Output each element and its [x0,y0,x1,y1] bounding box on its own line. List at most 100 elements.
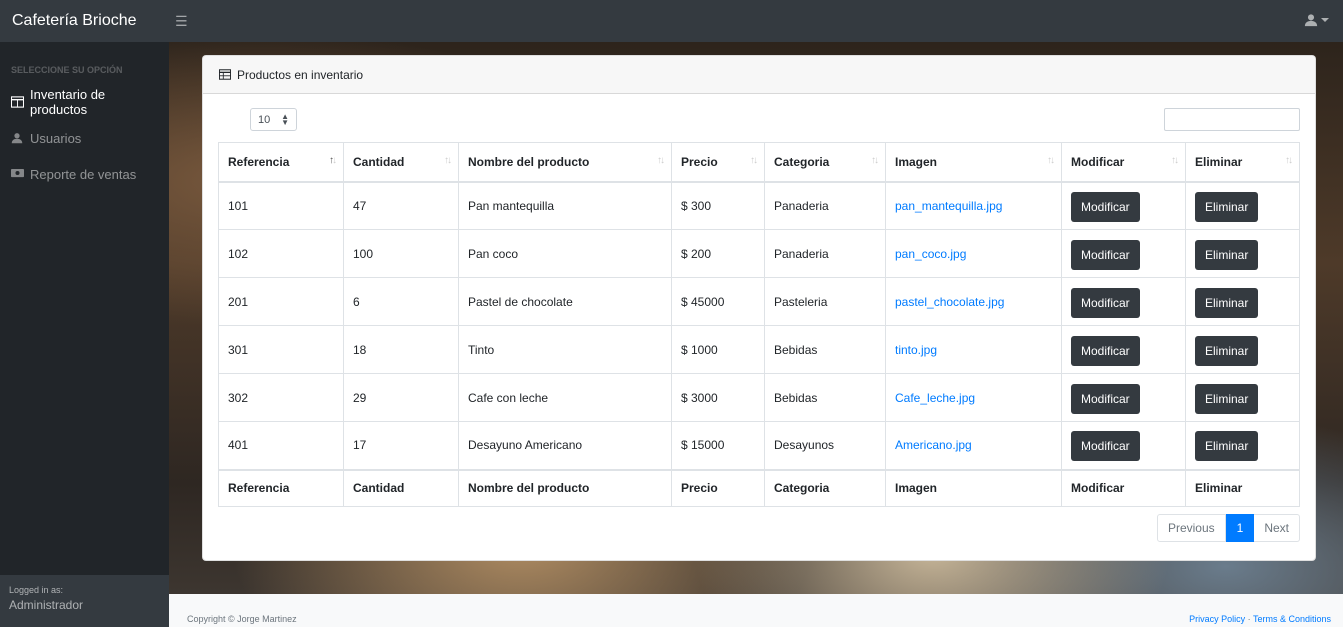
sort-icon: ↑↓ [1171,155,1179,166]
sidebar-item-reporte[interactable]: Reporte de ventas [0,156,169,192]
cell-modificar: Modificar [1061,181,1186,230]
cell-referencia: 102 [218,229,344,278]
sort-icon: ↑↓ [750,155,758,166]
cell-nombre: Tinto [458,325,672,374]
delete-button[interactable]: Eliminar [1195,239,1259,270]
cell-eliminar: Eliminar [1185,229,1300,278]
cell-eliminar: Eliminar [1185,373,1300,422]
page-length-select[interactable]: 10 ▲ ▼ [250,108,297,131]
modify-button[interactable]: Modificar [1071,239,1140,270]
cell-categoria: Pasteleria [764,277,886,326]
cell-nombre: Desayuno Americano [458,421,672,470]
page-footer: Copyright © Jorge Martinez Privacy Polic… [169,594,1343,627]
top-navbar: Cafetería Brioche ☰ [0,0,1343,42]
cell-nombre: Pastel de chocolate [458,277,672,326]
image-link[interactable]: Cafe_leche.jpg [895,391,975,405]
cell-imagen: pan_mantequilla.jpg [885,181,1062,230]
card-title: Productos en inventario [237,67,364,82]
table-row: 302 29 Cafe con leche $ 3000 Bebidas Caf… [218,373,1300,422]
page-length-value: 10 [258,113,271,126]
cell-imagen: tinto.jpg [885,325,1062,374]
cell-eliminar: Eliminar [1185,325,1300,374]
next-page-button[interactable]: Next [1254,514,1300,542]
column-header-categoria[interactable]: Categoria ↑↓ [764,142,886,183]
image-link[interactable]: pan_mantequilla.jpg [895,199,1002,213]
modify-button[interactable]: Modificar [1071,383,1140,414]
sort-icon: ↑↓ [1047,155,1055,166]
sidebar: SELECCIONE SU OPCIÓN Inventario de produ… [0,42,169,627]
cell-precio: $ 3000 [671,373,765,422]
cell-imagen: pastel_chocolate.jpg [885,277,1062,326]
modify-button[interactable]: Modificar [1071,191,1140,222]
cell-nombre: Pan coco [458,229,672,278]
cell-precio: $ 300 [671,181,765,230]
cell-eliminar: Eliminar [1185,421,1300,470]
table-row: 301 18 Tinto $ 1000 Bebidas tinto.jpg Mo… [218,325,1300,374]
modify-button[interactable]: Modificar [1071,287,1140,318]
column-header-cantidad[interactable]: Cantidad ↑↓ [343,142,459,183]
footer-header-referencia: Referencia [218,468,344,507]
money-icon [11,168,24,181]
footer-header-cantidad: Cantidad [343,468,459,507]
cell-categoria: Panaderia [764,181,886,230]
sidebar-item-usuarios[interactable]: Usuarios [0,120,169,156]
inventory-card: Productos en inventario 10 ▲ ▼ Referencia… [202,55,1316,561]
cell-modificar: Modificar [1061,373,1186,422]
column-header-referencia[interactable]: Referencia ↑↓ [218,142,344,183]
image-link[interactable]: pan_coco.jpg [895,247,966,261]
column-header-nombre[interactable]: Nombre del producto ↑↓ [458,142,672,183]
menu-toggle-icon[interactable]: ☰ [175,13,188,30]
cell-nombre: Pan mantequilla [458,181,672,230]
cell-nombre: Cafe con leche [458,373,672,422]
delete-button[interactable]: Eliminar [1195,335,1259,366]
modify-button[interactable]: Modificar [1071,335,1140,366]
column-header-eliminar[interactable]: Eliminar ↑↓ [1185,142,1300,183]
cell-referencia: 302 [218,373,344,422]
image-link[interactable]: Americano.jpg [895,438,972,452]
cell-cantidad: 17 [343,421,459,470]
cell-categoria: Desayunos [764,421,886,470]
cell-imagen: Americano.jpg [885,421,1062,470]
brand-title[interactable]: Cafetería Brioche [12,12,172,30]
copyright-text: Copyright © Jorge Martinez [187,614,297,624]
page-1-button[interactable]: 1 [1225,514,1255,542]
column-header-imagen[interactable]: Imagen ↑↓ [885,142,1062,183]
previous-page-button[interactable]: Previous [1156,514,1226,542]
user-icon [11,132,24,145]
image-link[interactable]: tinto.jpg [895,343,937,357]
sidebar-item-inventario[interactable]: Inventario de productos [0,84,169,120]
user-menu-button[interactable] [1304,13,1329,27]
sort-icon: ↑↓ [444,155,452,166]
cell-modificar: Modificar [1061,325,1186,374]
sidebar-heading: SELECCIONE SU OPCIÓN [11,65,123,75]
cell-imagen: pan_coco.jpg [885,229,1062,278]
delete-button[interactable]: Eliminar [1195,383,1259,414]
logged-in-label: Logged in as: [9,585,64,595]
sidebar-item-label: Usuarios [30,130,82,146]
cell-referencia: 101 [218,181,344,230]
cell-precio: $ 200 [671,229,765,278]
column-header-precio[interactable]: Precio ↑↓ [671,142,765,183]
table-row: 102 100 Pan coco $ 200 Panaderia pan_coc… [218,229,1300,278]
column-header-modificar[interactable]: Modificar ↑↓ [1061,142,1186,183]
pagination: Previous 1 Next [1156,514,1300,542]
image-link[interactable]: pastel_chocolate.jpg [895,295,1004,309]
search-input[interactable] [1164,108,1300,131]
table-icon [219,69,231,80]
user-icon [1304,14,1318,27]
table-row: 401 17 Desayuno Americano $ 15000 Desayu… [218,421,1300,470]
cell-categoria: Panaderia [764,229,886,278]
delete-button[interactable]: Eliminar [1195,191,1259,222]
sidebar-footer: Logged in as: Administrador [0,575,169,627]
delete-button[interactable]: Eliminar [1195,287,1259,318]
sort-icon: ↑↓ [871,155,879,166]
sort-icon: ↑↓ [329,155,337,166]
table-header-row: Referencia ↑↓ Cantidad ↑↓ Nombre del produ… [218,142,1300,183]
terms-link[interactable]: Terms & Conditions [1253,614,1331,624]
cell-modificar: Modificar [1061,277,1186,326]
modify-button[interactable]: Modificar [1071,431,1140,462]
privacy-policy-link[interactable]: Privacy Policy [1189,614,1245,624]
sort-icon: ↑↓ [1285,155,1293,166]
footer-header-eliminar: Eliminar [1185,468,1300,507]
delete-button[interactable]: Eliminar [1195,431,1259,462]
